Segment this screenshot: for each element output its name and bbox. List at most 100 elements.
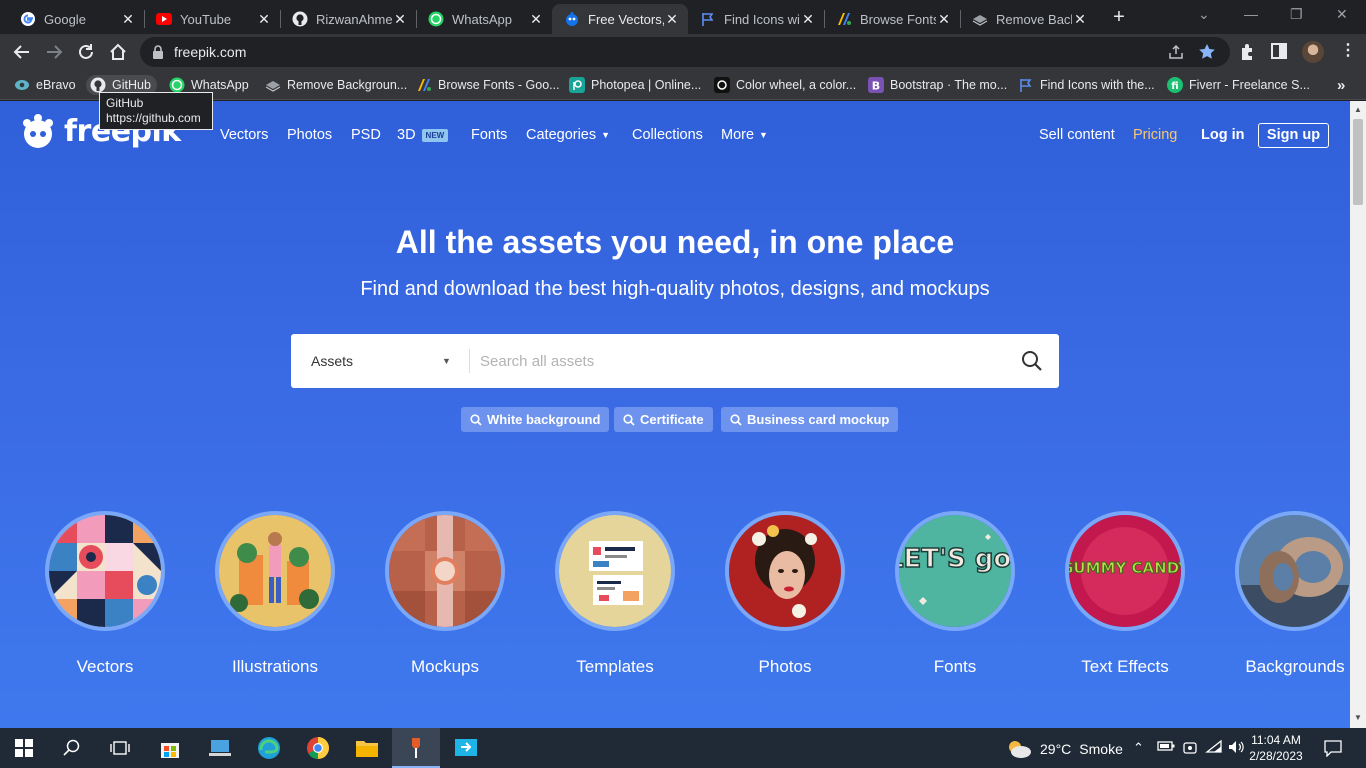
nav-collections[interactable]: Collections: [632, 127, 703, 143]
search-icon[interactable]: [1021, 350, 1043, 372]
category-vectors[interactable]: Vectors: [45, 511, 165, 677]
back-button[interactable]: [11, 41, 33, 63]
side-panel-icon[interactable]: [1271, 43, 1287, 59]
nav-photos[interactable]: Photos: [287, 127, 332, 143]
nav-categories[interactable]: Categories ▼: [526, 127, 610, 143]
bookmarks-overflow-icon[interactable]: »: [1337, 75, 1345, 95]
category-photos[interactable]: Photos: [725, 511, 845, 677]
meet-now-icon[interactable]: [1182, 740, 1198, 756]
tab-title: Browse Fonts: [860, 11, 936, 27]
category-image-fonts: LET'S go!: [895, 511, 1015, 631]
tab-google[interactable]: Google ✕: [8, 4, 144, 34]
this-pc-icon[interactable]: [208, 736, 232, 760]
bookmark-star-icon[interactable]: [1198, 43, 1216, 61]
sell-content-link[interactable]: Sell content: [1039, 127, 1115, 143]
bookmark-label: Photopea | Online...: [591, 78, 702, 92]
system-clock[interactable]: 11:04 AM 2/28/2023: [1248, 732, 1304, 764]
bookmark-fiverr[interactable]: fi Fiverr - Freelance S...: [1167, 75, 1310, 95]
reload-button[interactable]: [75, 41, 97, 63]
tab-whatsapp[interactable]: WhatsApp ✕: [416, 4, 552, 34]
suggestion-chip-certificate[interactable]: Certificate: [614, 407, 713, 432]
home-button[interactable]: [107, 41, 129, 63]
taskbar-search-icon[interactable]: [60, 736, 84, 760]
search-input[interactable]: [480, 348, 1000, 374]
pricing-link[interactable]: Pricing: [1133, 127, 1177, 143]
notification-icon[interactable]: [1324, 739, 1342, 757]
category-illustrations[interactable]: Illustrations: [215, 511, 335, 677]
extensions-icon[interactable]: [1239, 43, 1255, 61]
scroll-up-icon[interactable]: ▲: [1354, 105, 1362, 114]
file-explorer-icon[interactable]: [355, 736, 379, 760]
edge-icon[interactable]: [257, 736, 281, 760]
tab-search-icon[interactable]: ⌄: [1198, 6, 1210, 23]
category-text-effects[interactable]: GUMMY CANDY Text Effects: [1065, 511, 1185, 677]
chevron-down-icon: ▼: [442, 356, 451, 366]
menu-kebab-icon[interactable]: ⋮: [1340, 40, 1356, 60]
battery-icon[interactable]: [1157, 740, 1175, 752]
bookmark-ebravo[interactable]: eBravo: [14, 75, 76, 95]
bookmark-remove-bg[interactable]: Remove Backgroun...: [265, 75, 407, 95]
tab-github[interactable]: RizwanAhmed ✕: [280, 4, 416, 34]
address-bar[interactable]: freepik.com: [140, 37, 1230, 67]
windows-start-icon[interactable]: [12, 736, 36, 760]
tab-browse-fonts[interactable]: Browse Fonts ✕: [824, 4, 960, 34]
remote-app-icon[interactable]: [454, 736, 478, 760]
wifi-icon[interactable]: [1205, 740, 1223, 754]
chrome-icon[interactable]: [306, 736, 330, 760]
chevron-up-icon[interactable]: ⌃: [1133, 740, 1144, 756]
tab-remove-bg[interactable]: Remove Backg ✕: [960, 4, 1096, 34]
active-app-icon[interactable]: [404, 736, 428, 760]
scrollbar-thumb[interactable]: [1353, 119, 1363, 205]
signup-button[interactable]: Sign up: [1258, 123, 1329, 148]
chip-label: Business card mockup: [747, 412, 890, 427]
close-icon[interactable]: ✕: [528, 11, 544, 28]
microsoft-store-icon[interactable]: [158, 736, 182, 760]
nav-more[interactable]: More ▼: [721, 127, 768, 143]
category-image-vectors: [45, 511, 165, 631]
restore-icon[interactable]: ❐: [1290, 6, 1303, 23]
bookmark-photopea[interactable]: Photopea | Online...: [569, 75, 701, 95]
close-icon[interactable]: ✕: [800, 11, 816, 28]
bookmark-label: eBravo: [36, 78, 76, 92]
login-link[interactable]: Log in: [1201, 127, 1245, 143]
task-view-icon[interactable]: [108, 736, 132, 760]
asset-type-select[interactable]: Assets ▼: [291, 334, 469, 388]
category-mockups[interactable]: Mockups: [385, 511, 505, 677]
minimize-icon[interactable]: —: [1244, 6, 1258, 22]
suggestion-chip-white-background[interactable]: White background: [461, 407, 610, 432]
close-icon[interactable]: ✕: [936, 11, 952, 28]
volume-icon[interactable]: [1228, 740, 1246, 754]
bookmark-browse-fonts[interactable]: Browse Fonts - Goo...: [416, 75, 560, 95]
forward-button[interactable]: [43, 41, 65, 63]
tab-youtube[interactable]: YouTube ✕: [144, 4, 280, 34]
bookmark-bootstrap[interactable]: B Bootstrap · The mo...: [868, 75, 1007, 95]
nav-psd[interactable]: PSD: [351, 127, 381, 143]
tab-freepik[interactable]: Free Vectors, ✕: [552, 4, 688, 34]
arrow-right-icon: [47, 45, 63, 59]
close-icon[interactable]: ✕: [120, 11, 136, 28]
suggestion-chip-business-card[interactable]: Business card mockup: [721, 407, 899, 432]
close-icon[interactable]: ✕: [392, 11, 408, 28]
close-icon[interactable]: ✕: [256, 11, 272, 28]
tab-find-icons[interactable]: Find Icons wit ✕: [688, 4, 824, 34]
page-scrollbar[interactable]: ▲ ▼: [1350, 101, 1366, 728]
share-icon[interactable]: [1168, 44, 1184, 60]
scroll-down-icon[interactable]: ▼: [1354, 713, 1362, 722]
nav-3d[interactable]: 3D NEW: [397, 127, 449, 143]
bookmark-color-wheel[interactable]: Color wheel, a color...: [714, 75, 856, 95]
bootstrap-icon: B: [868, 77, 884, 93]
category-templates[interactable]: Templates: [555, 511, 675, 677]
windows-taskbar: 29°C Smoke ⌃ 11:04 AM 2/28/2023: [0, 728, 1366, 768]
category-backgrounds[interactable]: Backgrounds: [1235, 511, 1350, 677]
new-tab-button[interactable]: +: [1110, 6, 1128, 28]
profile-avatar[interactable]: [1302, 41, 1324, 63]
weather-widget[interactable]: 29°C Smoke: [1006, 739, 1123, 759]
nav-vectors[interactable]: Vectors: [220, 127, 268, 143]
nav-fonts[interactable]: Fonts: [471, 127, 507, 143]
window-close-icon[interactable]: ✕: [1336, 6, 1348, 23]
close-icon[interactable]: ✕: [664, 11, 680, 28]
tooltip-url: https://github.com: [106, 111, 201, 125]
category-fonts[interactable]: LET'S go! Fonts: [895, 511, 1015, 677]
bookmark-find-icons[interactable]: Find Icons with the...: [1018, 75, 1155, 95]
close-icon[interactable]: ✕: [1072, 11, 1088, 28]
